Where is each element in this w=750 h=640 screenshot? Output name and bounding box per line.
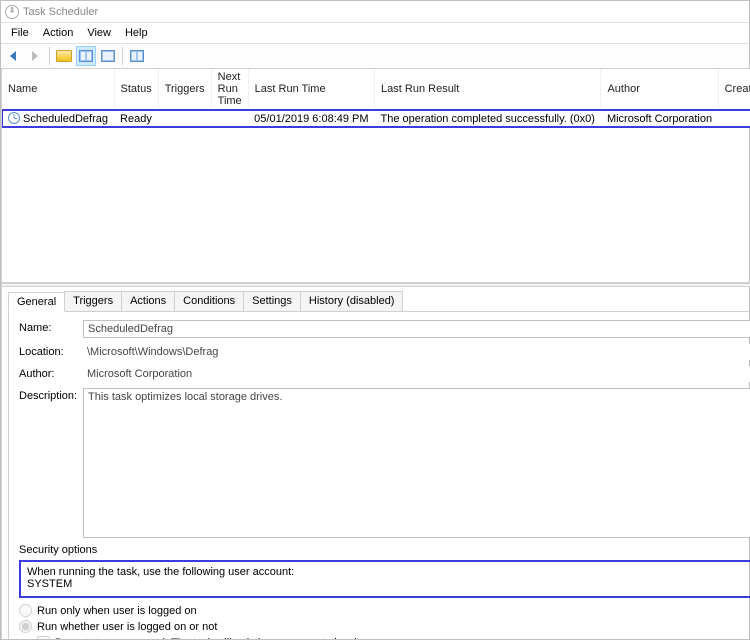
tree-item[interactable]: Maps xyxy=(1,598,2,615)
security-options-box: When running the task, use the following… xyxy=(19,560,750,598)
tabs: GeneralTriggersActionsConditionsSettings… xyxy=(8,291,750,312)
tree-item[interactable]: Diagnosis xyxy=(1,241,2,258)
tab[interactable]: Actions xyxy=(121,291,175,311)
tree-item[interactable]: DiskCleanup xyxy=(1,275,2,292)
menubar: File Action View Help xyxy=(1,23,749,43)
col-header[interactable]: Last Run Time xyxy=(248,69,374,110)
tree-item[interactable]: License Manager xyxy=(1,513,2,530)
tree-item[interactable]: EDP xyxy=(1,343,2,360)
location-value: \Microsoft\Windows\Defrag xyxy=(83,344,750,360)
tree-item[interactable]: InstallService xyxy=(1,479,2,496)
col-header[interactable]: Next Run Time xyxy=(211,69,248,110)
tree[interactable]: CertificateServicesClientChkdskClipCloud… xyxy=(1,69,2,639)
security-when-label: When running the task, use the following… xyxy=(27,566,746,578)
app-icon xyxy=(5,5,19,19)
tab-general: Name: Location: \Microsoft\Windows\Defrag… xyxy=(8,312,750,639)
no-password-check[interactable] xyxy=(37,636,50,639)
task-row[interactable]: ScheduledDefrag Ready 05/01/2019 6:08:49… xyxy=(2,110,750,128)
titlebar: Task Scheduler xyxy=(1,1,749,23)
tree-item[interactable]: Maintenance xyxy=(1,564,2,581)
expander-icon[interactable]: ▷ xyxy=(1,584,2,595)
col-header[interactable]: Author xyxy=(601,69,718,110)
tree-item[interactable]: Data Integrity Scan xyxy=(1,156,2,173)
expander-icon[interactable]: ▷ xyxy=(1,397,2,408)
task-table: NameStatusTriggersNext Run TimeLast Run … xyxy=(2,69,750,127)
tree-item[interactable]: HelloFace xyxy=(1,462,2,479)
panes-1-button[interactable] xyxy=(76,46,96,66)
panes-3-button[interactable] xyxy=(127,46,147,66)
tree-item[interactable]: DeviceDirectoryClient xyxy=(1,224,2,241)
author-label: Author: xyxy=(19,366,79,380)
menu-help[interactable]: Help xyxy=(119,25,154,41)
toolbar xyxy=(1,43,749,69)
tree-item[interactable]: CloudExperienceHost xyxy=(1,122,2,139)
properties-pane: GeneralTriggersActionsConditionsSettings… xyxy=(2,287,750,639)
tree-item[interactable]: Device Information xyxy=(1,190,2,207)
security-options-title: Security options xyxy=(19,544,750,556)
run-logged-on-radio[interactable] xyxy=(19,604,32,617)
menu-action[interactable]: Action xyxy=(37,25,80,41)
task-icon xyxy=(8,112,20,124)
tree-item[interactable]: LanguageComponentsInstaller xyxy=(1,496,2,513)
window-title: Task Scheduler xyxy=(23,6,98,18)
tree-item[interactable]: EnterpriseMgmt xyxy=(1,360,2,377)
col-header[interactable]: Triggers xyxy=(158,69,211,110)
name-field[interactable] xyxy=(83,320,750,338)
tree-item[interactable]: DirectX xyxy=(1,258,2,275)
tree-item[interactable]: Customer Experience Improvement Program xyxy=(1,139,2,156)
tab[interactable]: Triggers xyxy=(64,291,122,311)
run-whether-radio[interactable] xyxy=(19,620,32,633)
tree-item[interactable]: Live xyxy=(1,530,2,547)
col-header[interactable]: Created xyxy=(718,69,750,110)
location-label: Location: xyxy=(19,344,79,358)
name-label: Name: xyxy=(19,320,79,334)
expander-icon[interactable]: ▷ xyxy=(1,448,2,459)
tab[interactable]: Settings xyxy=(243,291,301,311)
back-button[interactable] xyxy=(3,46,23,66)
col-header[interactable]: Last Run Result xyxy=(375,69,601,110)
description-label: Description: xyxy=(19,388,79,402)
security-user: SYSTEM xyxy=(27,578,746,590)
tree-item[interactable]: Device Setup xyxy=(1,207,2,224)
tab[interactable]: History (disabled) xyxy=(300,291,404,311)
tree-item[interactable]: Mobile Broadband Accounts xyxy=(1,632,2,639)
tree-item[interactable]: DiskFootprint xyxy=(1,309,2,326)
tree-item[interactable]: DUSM xyxy=(1,326,2,343)
tree-item[interactable]: Location xyxy=(1,547,2,564)
open-folder-button[interactable] xyxy=(54,46,74,66)
author-value: Microsoft Corporation xyxy=(83,366,750,382)
task-list-pane: NameStatusTriggersNext Run TimeLast Run … xyxy=(2,69,750,283)
menu-view[interactable]: View xyxy=(81,25,117,41)
col-header[interactable]: Status xyxy=(114,69,158,110)
description-field[interactable] xyxy=(83,388,750,538)
tree-item[interactable]: MemoryDiagnostic xyxy=(1,615,2,632)
tree-item[interactable]: FileHistory xyxy=(1,428,2,445)
forward-button[interactable] xyxy=(25,46,45,66)
tree-item[interactable]: ExploitGuard xyxy=(1,377,2,394)
tree-item[interactable]: DiskDiagnostic xyxy=(1,292,2,309)
menu-file[interactable]: File xyxy=(5,25,35,41)
panes-2-button[interactable] xyxy=(98,46,118,66)
expander-icon[interactable]: ▷ xyxy=(1,414,2,425)
col-header[interactable]: Name xyxy=(2,69,114,110)
tab[interactable]: General xyxy=(8,292,65,312)
tree-item[interactable]: Defrag xyxy=(1,173,2,190)
tab[interactable]: Conditions xyxy=(174,291,244,311)
